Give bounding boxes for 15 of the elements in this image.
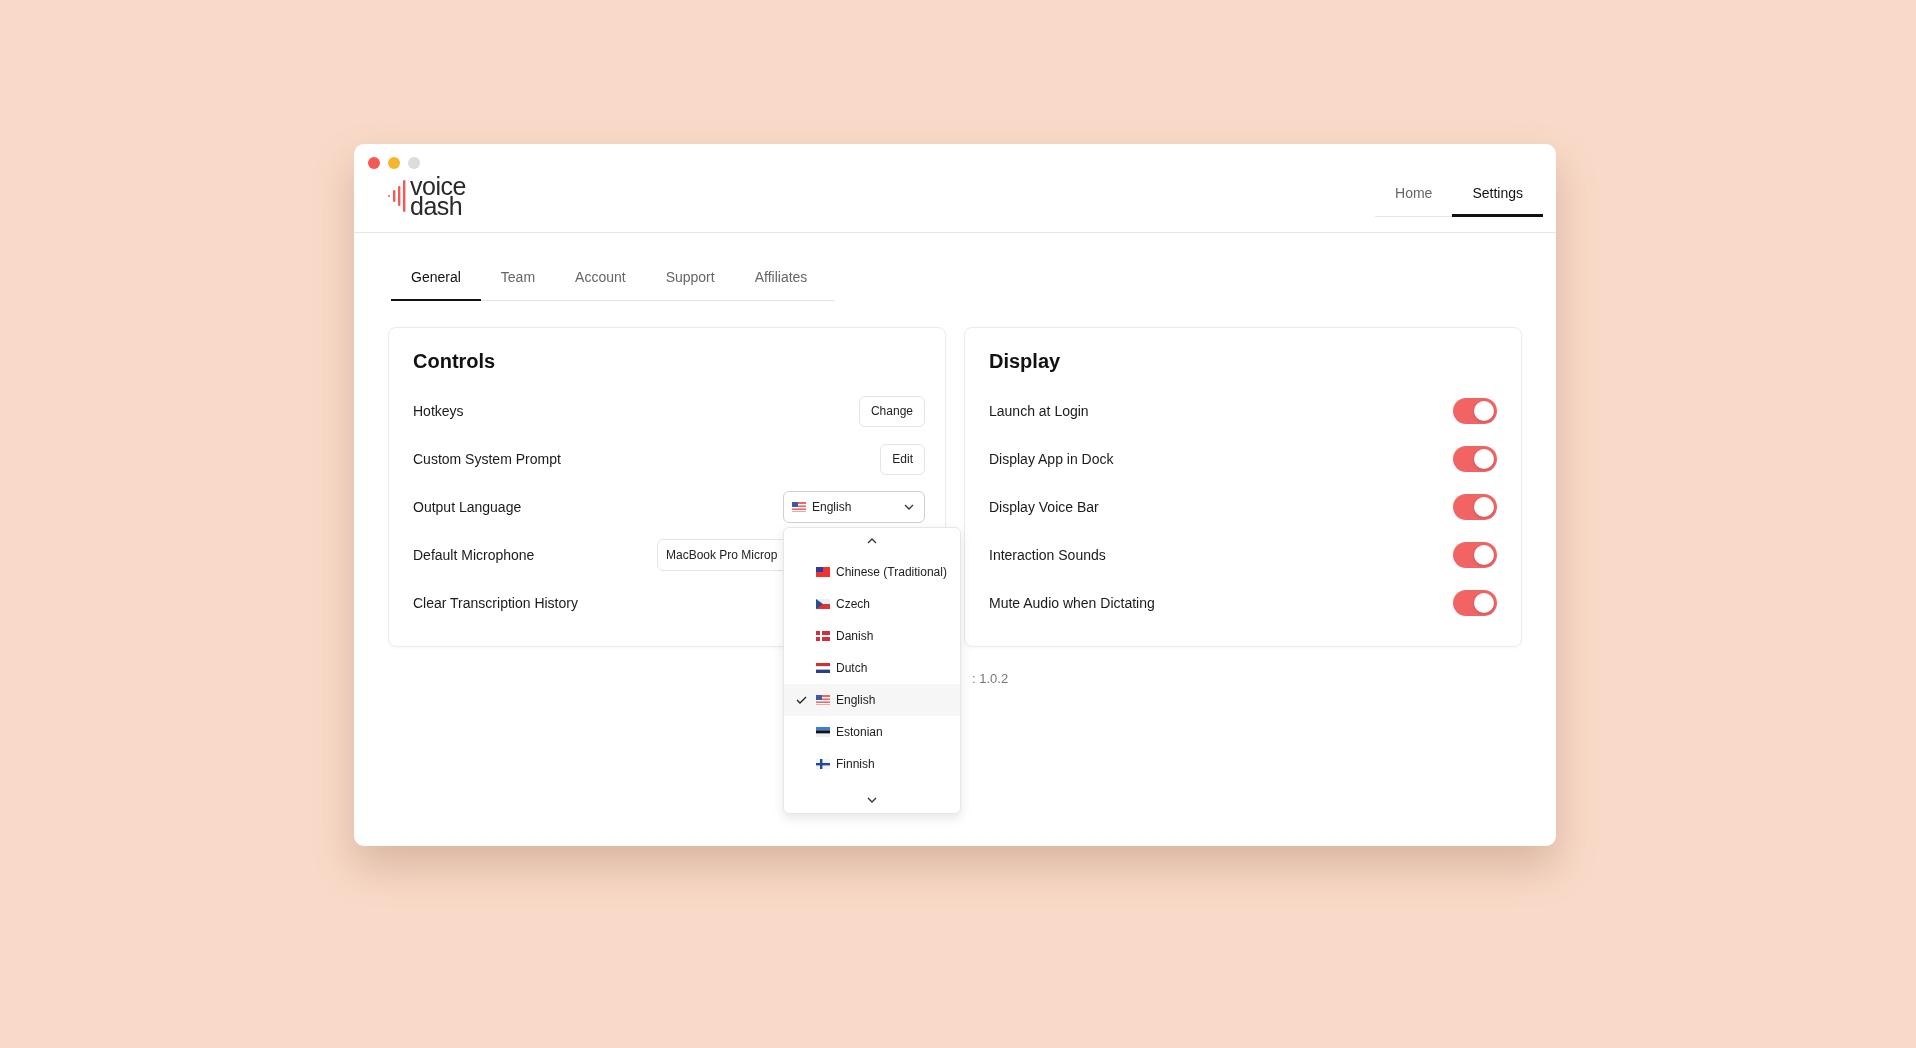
version-text: : 1.0.2 [972,671,1009,686]
setting-label: Custom System Prompt [413,451,561,467]
setting-label: Launch at Login [989,403,1089,419]
setting-label: Default Microphone [413,547,535,563]
setting-label: Mute Audio when Dictating [989,595,1155,611]
setting-label: Output Language [413,499,522,515]
card-title: Controls [413,350,497,373]
setting-label: Hotkeys [413,403,464,419]
logo-text: voice [410,176,466,196]
card-title: Display [989,350,1062,373]
setting-label: Display Voice Bar [989,499,1099,515]
setting-label: Clear Transcription History [413,595,578,611]
setting-label: Interaction Sounds [989,547,1106,563]
logo-text: dash [410,196,463,216]
setting-label: Display App in Dock [989,451,1114,467]
